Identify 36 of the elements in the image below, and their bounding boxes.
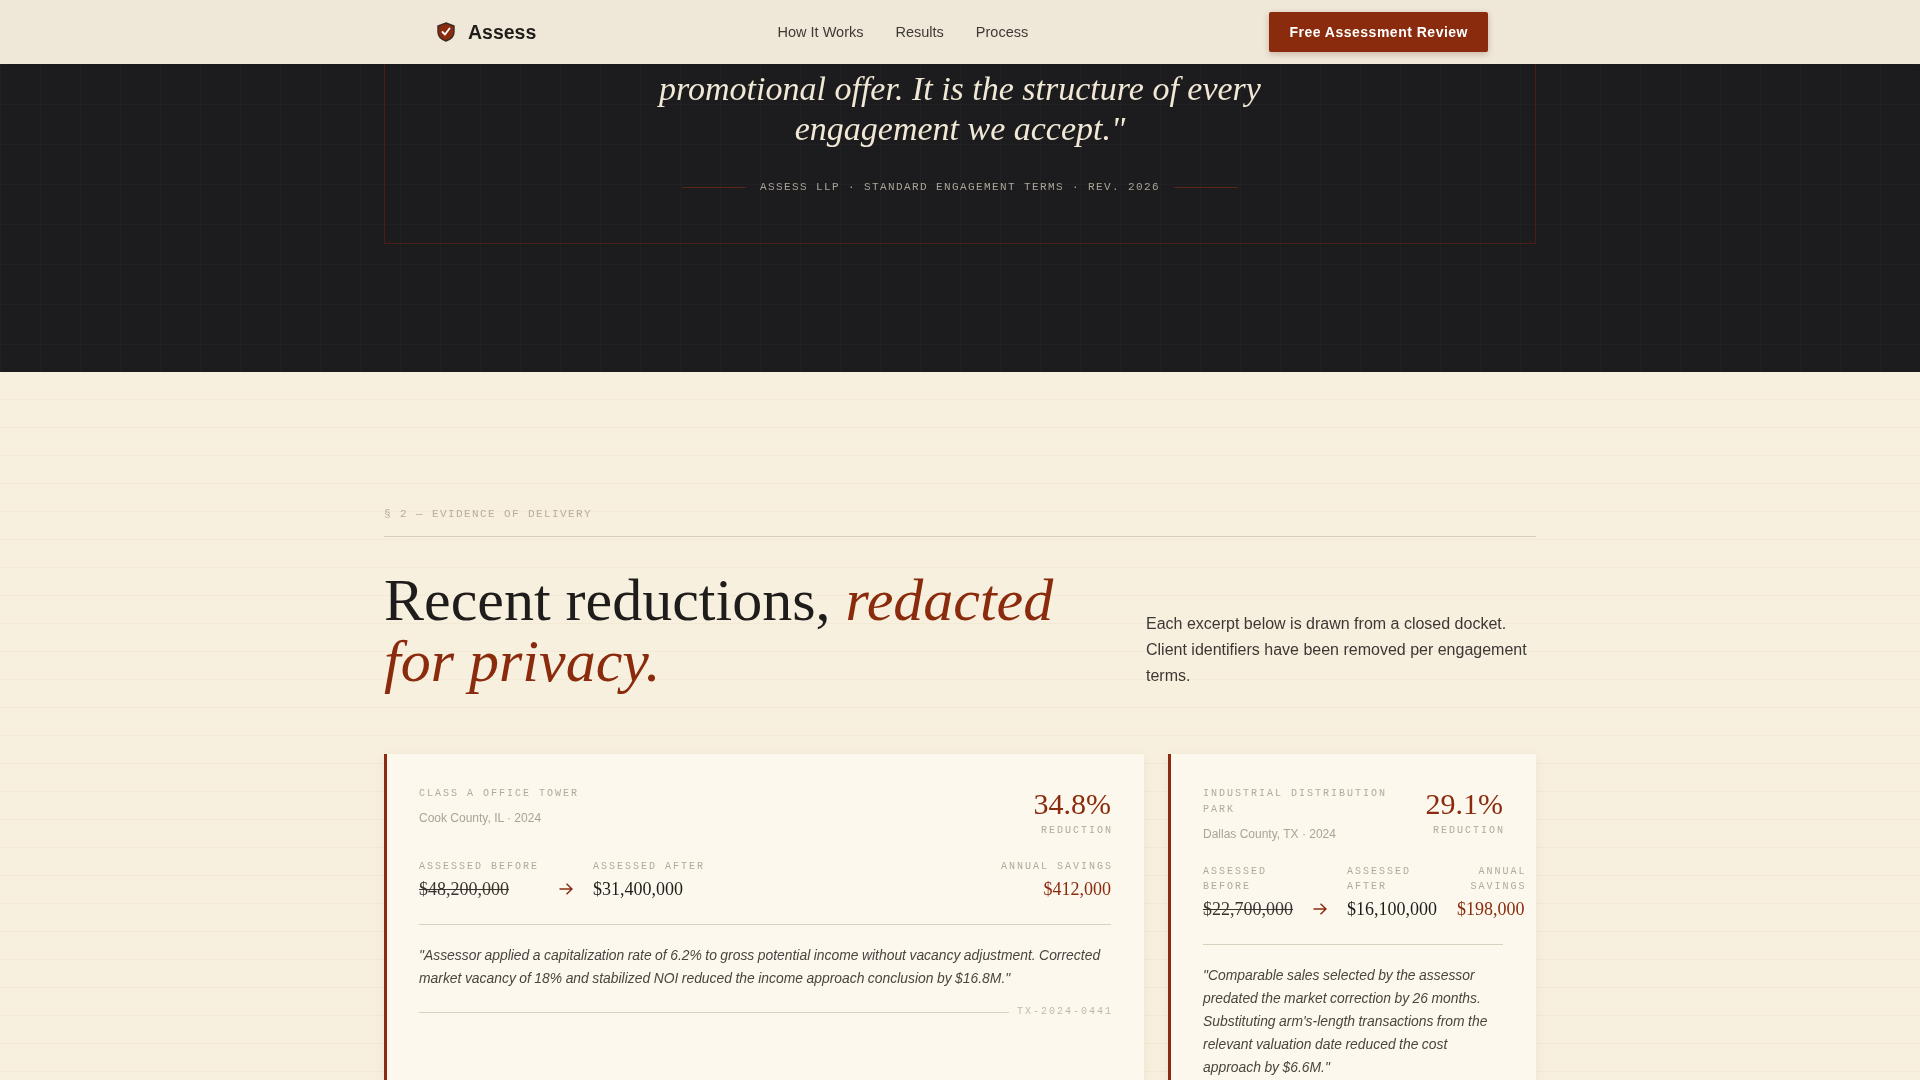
reduction-label: REDUCTION bbox=[1432, 824, 1505, 838]
property-type: INDUSTRIAL DISTRIBUTION PARK bbox=[1203, 787, 1389, 817]
property-type: CLASS A OFFICE TOWER bbox=[419, 787, 580, 801]
metric-label: ASSESSED BEFORE bbox=[419, 860, 539, 874]
intro-text: Each excerpt below is drawn from a closed docket. Client identifiers have been removed per engagement terms. bbox=[1146, 614, 1528, 686]
location-text: Dallas County, TX · 2024 bbox=[1203, 826, 1337, 843]
nav-link[interactable]: Results bbox=[895, 24, 944, 40]
metric-label: ASSESSED BEFORE bbox=[1203, 865, 1268, 894]
after-value: $31,400,000 bbox=[593, 878, 684, 901]
attribution-text: ASSESS LLP · STANDARD ENGAGEMENT TERMS · REV. 2026 bbox=[759, 180, 1161, 194]
savings-value: $198,000 bbox=[1457, 898, 1525, 921]
before-value: $22,700,000 bbox=[1203, 898, 1293, 921]
reduction-percent: 29.1% bbox=[1425, 786, 1503, 822]
nav-link[interactable]: How It Works bbox=[777, 24, 864, 40]
case-summary: "Comparable sales selected by the assessor predated the market correction by 26 months. Substituting arm's-length transactions from the relevant valuation date reduced the cost approach by $6.6M." bbox=[1203, 944, 1503, 1079]
before-value: $48,200,000 bbox=[419, 878, 510, 901]
metric-label: ASSESSED AFTER bbox=[1347, 865, 1412, 894]
nav-link[interactable]: Process bbox=[975, 24, 1029, 40]
case-summary: "Assessor applied a capitalization rate of 6.2% to gross potential income without vacancy adjustment. Corrected market vacancy of 18% and stabilized NOI reduced the income approach conclusion by $16.8M." bbox=[419, 924, 1111, 990]
savings-value: $412,000 bbox=[1042, 878, 1111, 901]
section-heading: Recent reductions, redacted for privacy. bbox=[384, 570, 1055, 692]
after-value: $16,100,000 bbox=[1347, 898, 1437, 921]
arrow-right-icon bbox=[559, 883, 573, 895]
reduction-label: REDUCTION bbox=[1040, 824, 1113, 838]
metric-label: ASSESSED AFTER bbox=[593, 860, 706, 874]
location-text: Cook County, IL · 2024 bbox=[419, 810, 543, 827]
assessment-review-button[interactable]: Free Assessment Review bbox=[1269, 12, 1488, 52]
shield-icon bbox=[436, 22, 456, 42]
metric-label: ANNUAL SAVINGS bbox=[1001, 860, 1113, 874]
section-label: § 2 — EVIDENCE OF DELIVERY bbox=[384, 507, 594, 521]
metric-label: ANNUAL SAVINGS bbox=[1469, 865, 1527, 894]
brand-name[interactable]: Assess bbox=[468, 20, 537, 44]
pull-quote: promotional offer. It is the structure of every engagement we accept." bbox=[656, 69, 1262, 149]
reduction-percent: 34.8% bbox=[1033, 786, 1111, 822]
arrow-right-icon bbox=[1313, 903, 1327, 915]
docket-number: TX-2024-0441 bbox=[1017, 1005, 1113, 1019]
